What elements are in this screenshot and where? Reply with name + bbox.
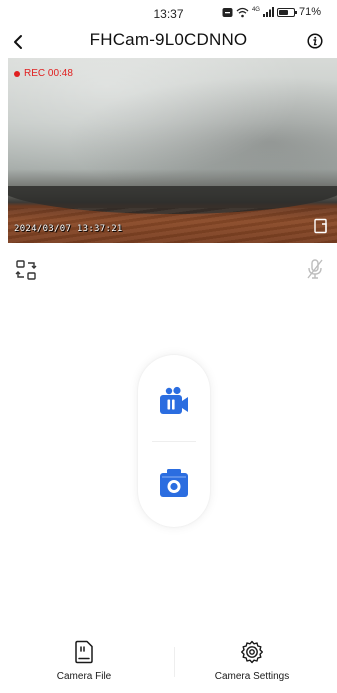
status-icons: 4G 71% <box>222 6 321 18</box>
nav-camera-file[interactable]: Camera File <box>0 635 168 693</box>
snapshot-button[interactable] <box>138 463 210 503</box>
camera-snapshot-icon <box>160 469 188 497</box>
info-button[interactable] <box>303 29 327 53</box>
cell-signal-label: 4G <box>251 6 260 13</box>
battery-icon <box>276 7 297 17</box>
nav-label-camera-settings: Camera Settings <box>214 671 290 682</box>
rec-dot-icon <box>14 70 20 77</box>
rec-label: REC 00:48 <box>24 68 73 79</box>
do-not-disturb-icon <box>222 7 233 17</box>
fullscreen-icon[interactable] <box>313 218 329 234</box>
live-video-view[interactable]: REC 00:48 2024/03/07 13:37:21 <box>8 58 337 243</box>
video-controls-row <box>0 255 337 285</box>
action-capsule <box>138 355 210 527</box>
wifi-icon <box>236 7 249 17</box>
gear-icon <box>241 640 263 664</box>
info-icon <box>307 33 323 49</box>
sd-card-icon <box>75 640 93 664</box>
nav-label-camera-file: Camera File <box>56 671 112 682</box>
cell-signal-icon <box>262 7 274 17</box>
battery-percent: 71% <box>298 6 321 18</box>
rec-indicator: REC 00:48 <box>14 68 73 79</box>
status-bar: 13:37 4G 71% <box>0 0 337 26</box>
video-timestamp: 2024/03/07 13:37:21 <box>14 224 123 234</box>
page-title: FHCam-9L0CDNNO <box>89 30 248 49</box>
flip-camera-icon[interactable] <box>14 258 38 282</box>
video-record-pause-icon <box>160 386 188 414</box>
record-pause-button[interactable] <box>138 381 210 421</box>
capsule-divider <box>152 441 196 442</box>
title-bar: FHCam-9L0CDNNO <box>0 26 337 56</box>
bottom-nav: Camera File Camera Settings <box>0 635 337 693</box>
nav-camera-settings[interactable]: Camera Settings <box>168 635 336 693</box>
mic-muted-icon[interactable] <box>303 257 327 281</box>
